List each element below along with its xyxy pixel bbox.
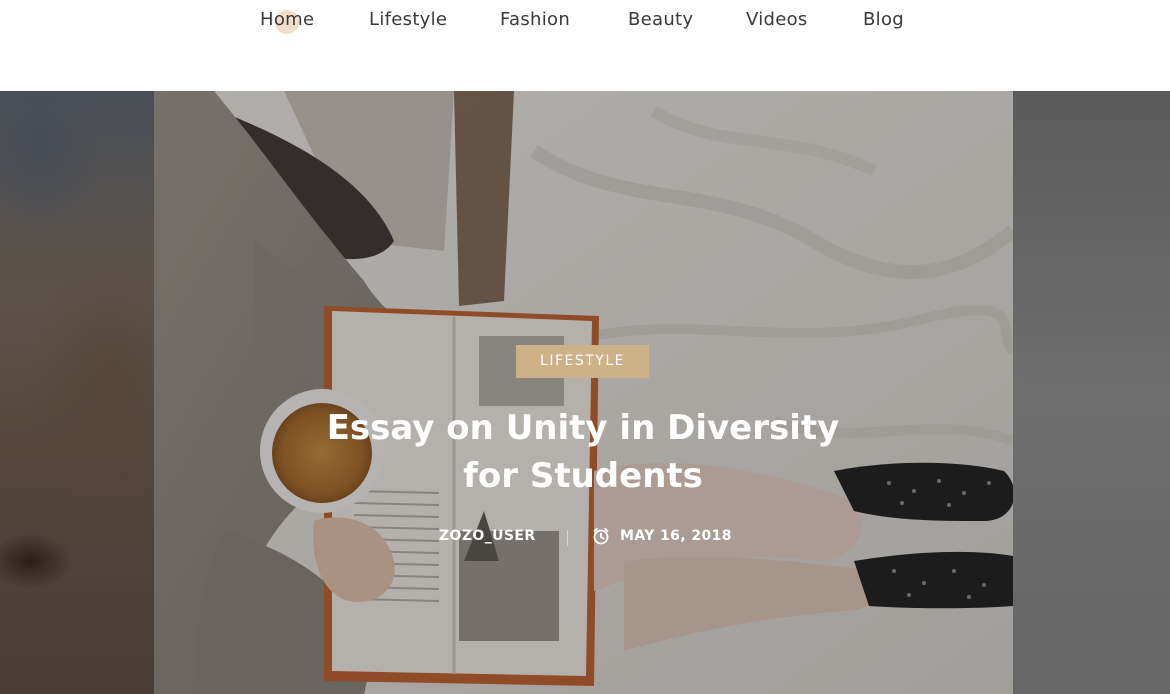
nav-item-blog[interactable]: Blog	[863, 9, 904, 30]
meta-divider	[567, 530, 568, 546]
top-navigation: Home Lifestyle Fashion Beauty Videos Blo…	[0, 0, 1170, 91]
featured-slide[interactable]: LIFESTYLE Essay on Unity in Diversity fo…	[154, 91, 1013, 694]
nav-item-lifestyle[interactable]: Lifestyle	[369, 9, 447, 30]
nav-item-videos[interactable]: Videos	[746, 9, 808, 30]
clock-icon	[593, 527, 609, 545]
post-title[interactable]: Essay on Unity in Diversity for Students	[283, 404, 883, 500]
nav-item-label: Beauty	[628, 9, 694, 30]
nav-item-label: Blog	[863, 9, 904, 30]
nav-item-label: Fashion	[500, 9, 571, 30]
post-title-line-1: Essay on Unity in Diversity	[326, 408, 840, 448]
nav-item-label: Lifestyle	[369, 9, 448, 30]
post-author[interactable]: ZOZO_USER	[439, 528, 536, 544]
post-date: MAY 16, 2018	[620, 528, 732, 544]
nav-item-label: Home	[260, 9, 315, 30]
post-meta: ZOZO_USER MAY 16, 2018	[154, 526, 1013, 548]
nav-item-fashion[interactable]: Fashion	[500, 9, 570, 30]
nav-item-beauty[interactable]: Beauty	[628, 9, 693, 30]
slide-dark-overlay	[154, 91, 1013, 694]
nav-item-label: Videos	[746, 9, 808, 30]
category-badge[interactable]: LIFESTYLE	[516, 345, 649, 378]
previous-slide-preview[interactable]	[0, 91, 154, 694]
next-slide-preview[interactable]	[1013, 91, 1170, 694]
nav-item-home[interactable]: Home	[260, 9, 315, 34]
featured-slider: LIFESTYLE Essay on Unity in Diversity fo…	[0, 91, 1170, 694]
post-title-line-2: for Students	[463, 456, 703, 496]
